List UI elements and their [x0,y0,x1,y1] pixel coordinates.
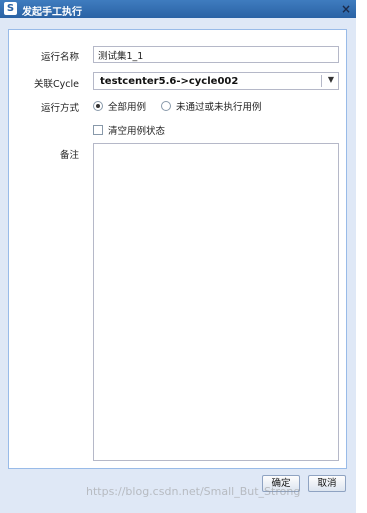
radio-checked-icon[interactable] [93,101,103,111]
radio-all-cases-label: 全部用例 [108,102,147,113]
cycle-label: 关联Cycle [34,79,79,90]
run-name-label: 运行名称 [40,52,79,63]
radio-unchecked-icon[interactable] [161,101,171,111]
clear-status-checkbox[interactable]: 清空用例状态 [93,123,165,137]
clear-status-label: 清空用例状态 [108,126,166,137]
cycle-select[interactable]: testcenter5.6->cycle002 ▼ [93,72,339,90]
form-panel: 运行名称 关联Cycle testcenter5.6->cycle002 ▼ 运… [8,29,347,469]
run-mode-label: 运行方式 [40,103,79,114]
dialog-titlebar[interactable]: S 发起手工执行 × [0,0,356,18]
radio-failed-or-unrun[interactable]: 未通过或未执行用例 [161,100,262,113]
radio-failed-or-unrun-label: 未通过或未执行用例 [176,102,262,113]
dialog-title: 发起手工执行 [22,7,82,18]
watermark: https://blog.csdn.net/Small_But_Strong [86,485,301,498]
cycle-select-value: testcenter5.6->cycle002 [100,76,239,87]
notes-label: 备注 [59,150,79,161]
cancel-button[interactable]: 取消 [308,475,346,492]
close-icon[interactable]: × [341,2,351,16]
radio-all-cases[interactable]: 全部用例 [93,100,147,113]
checkbox-unchecked-icon[interactable] [93,125,103,135]
app-logo-icon: S [4,2,17,15]
notes-textarea[interactable] [93,143,339,461]
chevron-down-icon[interactable]: ▼ [328,75,334,84]
manual-run-dialog: S 发起手工执行 × 运行名称 关联Cycle testcenter5.6->c… [0,0,356,513]
select-divider [321,75,322,87]
run-name-input[interactable] [93,46,339,63]
